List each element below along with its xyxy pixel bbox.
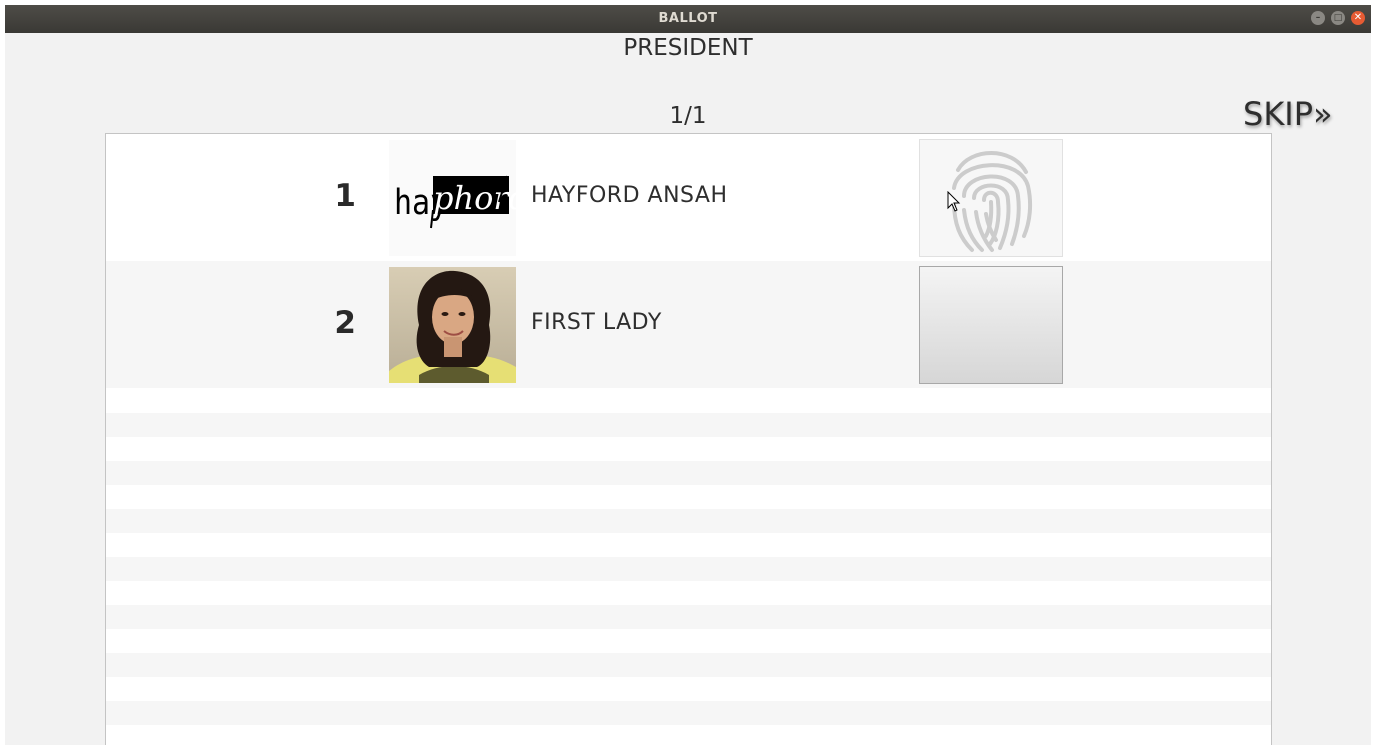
close-button[interactable]: ✕: [1351, 11, 1365, 25]
candidate-name: FIRST LADY: [531, 310, 662, 335]
vote-button[interactable]: [919, 139, 1063, 257]
maximize-button[interactable]: □: [1331, 11, 1345, 25]
candidate-number: 1: [334, 178, 356, 214]
candidate-number: 2: [334, 305, 356, 341]
window-title: BALLOT: [658, 11, 718, 26]
skip-button[interactable]: SKIP»: [1243, 95, 1333, 133]
candidate-row: 1 hay phord HAYFORD ANSAH: [106, 134, 1271, 261]
title-bar[interactable]: BALLOT – □ ✕: [5, 5, 1371, 33]
ballot-window: BALLOT – □ ✕ PRESIDENT 1/1 SKIP» 1 hay p…: [5, 5, 1371, 745]
candidate-name: HAYFORD ANSAH: [531, 183, 728, 208]
close-icon: ✕: [1353, 12, 1363, 23]
minimize-icon: –: [1315, 13, 1321, 23]
vote-button[interactable]: [919, 266, 1063, 384]
candidate-logo: hay phord: [389, 140, 516, 256]
mouse-cursor-icon: [947, 191, 961, 212]
fingerprint-icon: [952, 151, 1033, 252]
minimize-button[interactable]: –: [1311, 11, 1325, 25]
page-indicator: 1/1: [669, 103, 707, 129]
position-title: PRESIDENT: [623, 35, 753, 61]
empty-rows: [106, 389, 1271, 745]
candidate-table: 1 hay phord HAYFORD ANSAH: [105, 133, 1272, 745]
candidate-photo: [389, 267, 516, 383]
candidate-row: 2 FIRST LADY: [106, 261, 1271, 388]
maximize-icon: □: [1333, 13, 1343, 23]
